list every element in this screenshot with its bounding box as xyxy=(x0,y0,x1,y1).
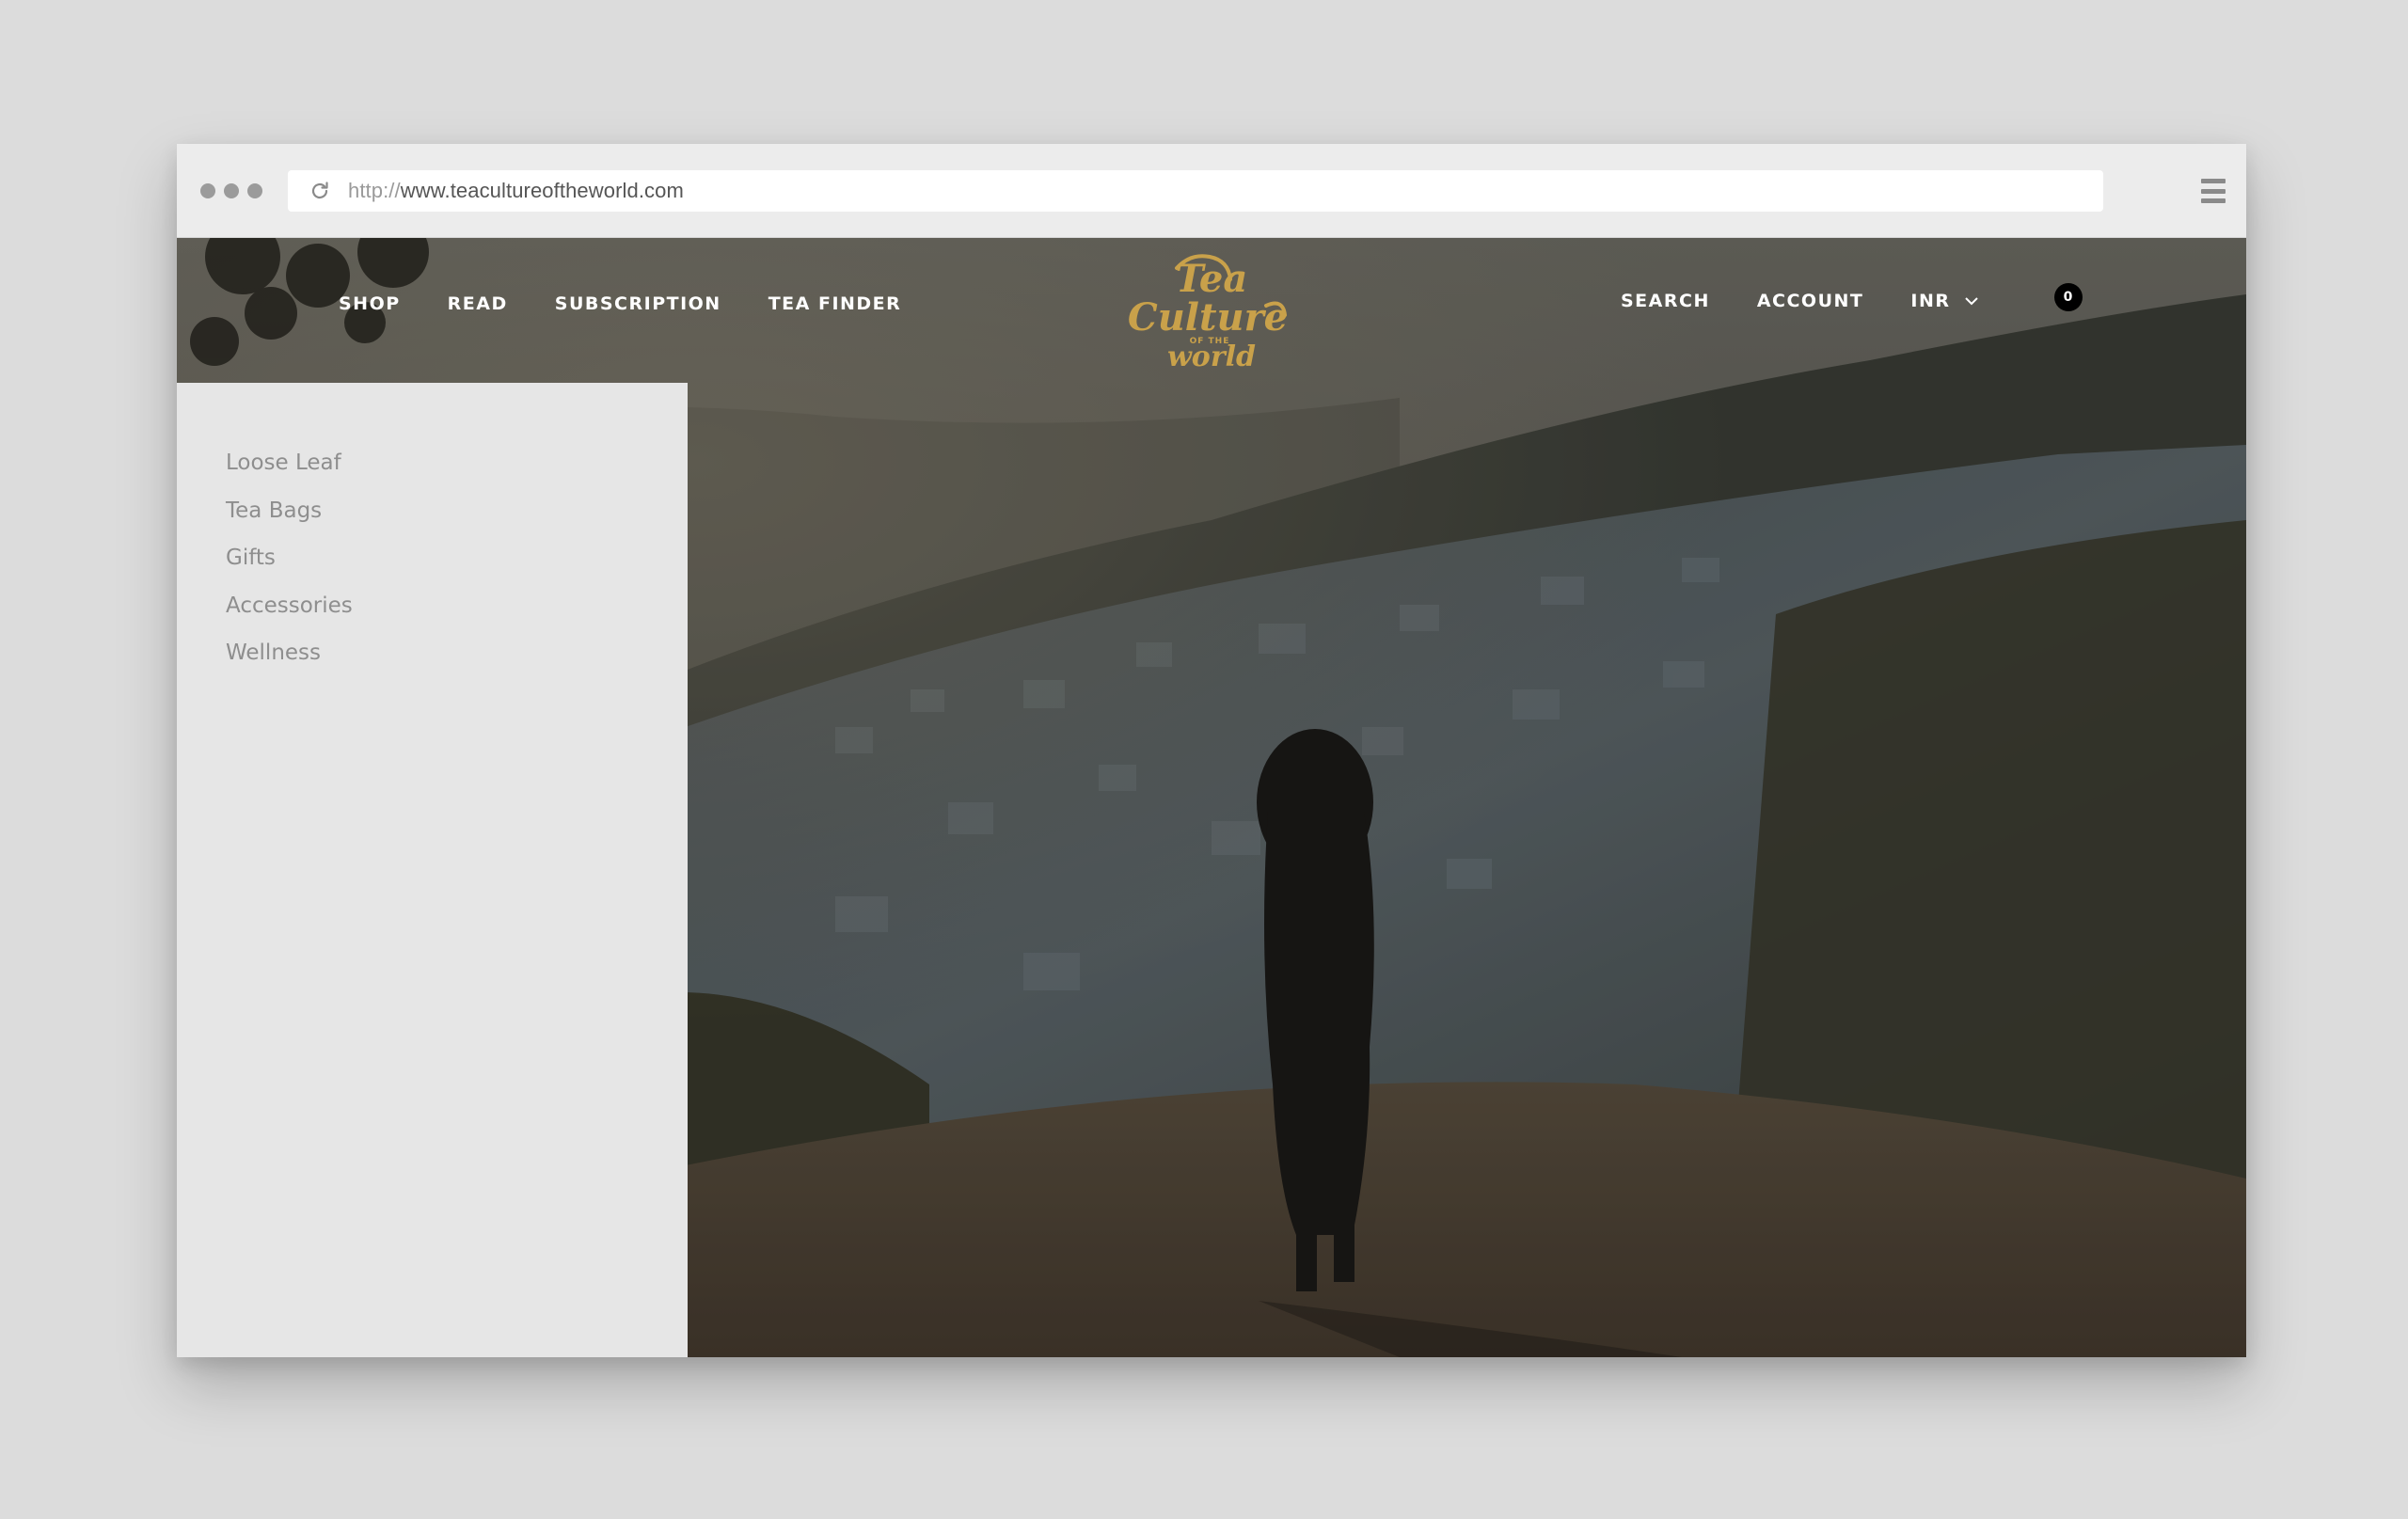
menu-item-gifts[interactable]: Gifts xyxy=(226,534,688,582)
window-dot-icon[interactable] xyxy=(200,183,215,198)
nav-account[interactable]: ACCOUNT xyxy=(1757,291,1864,311)
currency-label: INR xyxy=(1910,291,1951,311)
window-dot-icon[interactable] xyxy=(224,183,239,198)
cart-count-badge[interactable]: 0 xyxy=(2053,283,2083,311)
shop-dropdown-menu: Loose Leaf Tea Bags Gifts Accessories We… xyxy=(177,383,688,1357)
currency-selector[interactable]: INR xyxy=(1910,291,1978,311)
nav-search[interactable]: SEARCH xyxy=(1621,291,1710,311)
utility-nav: SEARCH ACCOUNT INR 0 xyxy=(1621,283,2083,311)
nav-tea-finder[interactable]: TEA FINDER xyxy=(768,293,902,314)
url-text[interactable]: http://www.teacultureoftheworld.com xyxy=(348,179,684,203)
window-dot-icon[interactable] xyxy=(247,183,262,198)
url-protocol: http:// xyxy=(348,179,401,202)
nav-shop[interactable]: SHOP xyxy=(339,293,401,314)
menu-item-accessories[interactable]: Accessories xyxy=(226,582,688,630)
page-viewport: SHOP READ SUBSCRIPTION TEA FINDER Tea Cu… xyxy=(177,238,2246,1357)
brand-logo[interactable]: Tea Culture OF THE world xyxy=(1125,249,1291,372)
menu-item-tea-bags[interactable]: Tea Bags xyxy=(226,487,688,535)
browser-window: http://www.teacultureoftheworld.com SHOP… xyxy=(177,144,2246,1357)
menu-item-loose-leaf[interactable]: Loose Leaf xyxy=(226,439,688,487)
reload-icon[interactable] xyxy=(309,180,331,202)
primary-nav: SHOP READ SUBSCRIPTION TEA FINDER xyxy=(339,293,901,314)
logo-line2: Culture xyxy=(1128,295,1288,340)
logo-line4: world xyxy=(1167,340,1256,372)
menu-item-wellness[interactable]: Wellness xyxy=(226,629,688,677)
address-bar[interactable]: http://www.teacultureoftheworld.com xyxy=(288,170,2103,212)
site-header: SHOP READ SUBSCRIPTION TEA FINDER Tea Cu… xyxy=(177,238,2246,383)
logo-line1: Tea xyxy=(1176,257,1248,301)
url-host: www.teacultureoftheworld.com xyxy=(400,179,684,202)
browser-toolbar: http://www.teacultureoftheworld.com xyxy=(177,144,2246,238)
hamburger-menu-icon[interactable] xyxy=(2201,179,2226,203)
nav-subscription[interactable]: SUBSCRIPTION xyxy=(555,293,721,314)
nav-read[interactable]: READ xyxy=(448,293,508,314)
chevron-down-icon xyxy=(1964,297,1978,306)
window-controls[interactable] xyxy=(200,183,262,198)
